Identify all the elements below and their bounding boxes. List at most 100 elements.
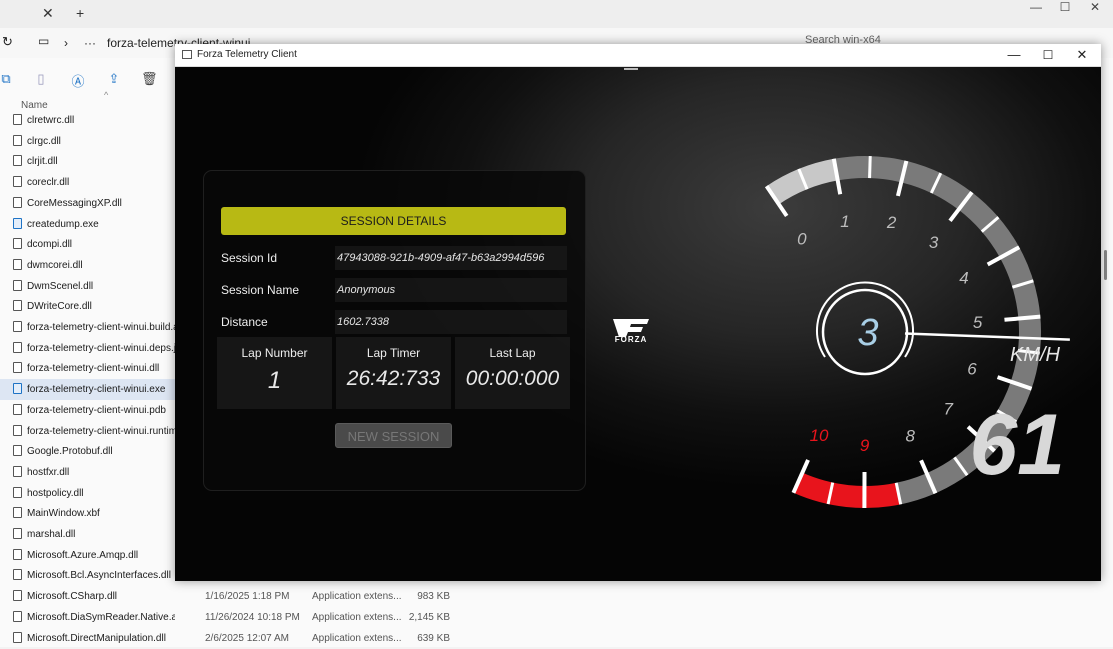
file-date: 11/26/2024 10:18 PM [205, 612, 300, 623]
file-size: 983 KB [395, 591, 450, 602]
gauge-tick-label: 1 [840, 212, 849, 231]
window-title: Forza Telemetry Client [197, 49, 297, 60]
last-lap-value: 00:00:000 [455, 367, 570, 391]
more-icon[interactable]: ··· [84, 36, 96, 50]
file-name: marshal.dll [27, 529, 175, 540]
copy-icon[interactable]: ⧉ [0, 71, 14, 87]
file-icon [13, 549, 22, 560]
file-name: forza-telemetry-client-winui.build.app [27, 322, 175, 333]
gauge-redline-arc [798, 483, 899, 497]
gauge-tick-label: 4 [959, 269, 968, 288]
file-icon [13, 280, 22, 291]
file-name: Microsoft.Bcl.AsyncInterfaces.dll [27, 570, 175, 581]
refresh-icon[interactable]: ↻ [2, 34, 13, 50]
file-row[interactable]: Microsoft.CSharp.dll 1/16/2025 1:18 PM App… [0, 586, 1113, 607]
lap-timer-value: 26:42:733 [336, 367, 451, 391]
gauge-tick-label: 0 [797, 229, 807, 248]
gauge-tick-label: 10 [810, 426, 829, 445]
file-icon [13, 425, 22, 436]
new-session-button[interactable]: NEW SESSION [335, 423, 452, 448]
close-tab-icon[interactable]: ✕ [42, 5, 54, 22]
last-lap-box: Last Lap 00:00:000 [455, 337, 570, 409]
file-row[interactable]: Microsoft.DiaSymReader.Native.amd64.dll 1… [0, 607, 1113, 628]
lap-number-value: 1 [217, 367, 332, 395]
gauge-tick-label: 3 [929, 233, 939, 252]
file-icon [13, 507, 22, 518]
file-icon [13, 238, 22, 249]
monitor-icon: ▭ [38, 34, 49, 48]
file-name: forza-telemetry-client-winui.runtimec [27, 426, 175, 437]
file-name: MainWindow.xbf [27, 508, 175, 519]
dashboard: 012345678910 3 FORZA KM/H 61 SESSION DET… [175, 67, 1101, 581]
distance-label: Distance [221, 315, 268, 329]
file-icon [13, 590, 22, 601]
file-icon [13, 342, 22, 353]
gauge-tick-label: 5 [973, 313, 983, 332]
file-icon [13, 611, 22, 622]
file-name: dcompi.dll [27, 239, 175, 250]
session-details-header[interactable]: SESSION DETAILS [221, 207, 566, 235]
gauge-needle [905, 333, 1070, 339]
speed-unit: KM/H [995, 344, 1060, 367]
session-id-label: Session Id [221, 251, 277, 265]
distance-value: 1602.7338 [335, 310, 567, 334]
file-name: clrgc.dll [27, 136, 175, 147]
file-name: Microsoft.DiaSymReader.Native.amd64.dll [27, 612, 175, 623]
file-name: DwmScenel.dll [27, 281, 175, 292]
file-name: Google.Protobuf.dll [27, 446, 175, 457]
forza-telemetry-window: Forza Telemetry Client — ☐ ✕ 01234567891… [175, 44, 1101, 581]
app-icon [182, 50, 192, 59]
maximize-button[interactable]: ☐ [1031, 45, 1065, 65]
file-icon [13, 632, 22, 643]
gauge-tick [870, 156, 871, 178]
file-icon [13, 569, 22, 580]
lap-timer-box: Lap Timer 26:42:733 [336, 337, 451, 409]
lap-number-box: Lap Number 1 [217, 337, 332, 409]
minimize-button[interactable]: — [997, 45, 1031, 65]
file-row[interactable]: Microsoft.DirectManipulation.dll 2/6/2025… [0, 628, 1113, 649]
file-type: Application extens... [312, 612, 402, 623]
file-name: DWriteCore.dll [27, 301, 175, 312]
file-icon [13, 259, 22, 270]
file-icon [13, 155, 22, 166]
file-date: 1/16/2025 1:18 PM [205, 591, 290, 602]
file-date: 2/6/2025 12:07 AM [205, 633, 289, 644]
file-icon [13, 528, 22, 539]
new-tab-icon[interactable]: + [76, 5, 84, 21]
maximize-icon[interactable]: ☐ [1048, 0, 1082, 14]
file-name: Microsoft.DirectManipulation.dll [27, 633, 175, 644]
session-id-value: 47943088-921b-4909-af47-b63a2994d596 [335, 246, 567, 270]
command-bar: ⧉ ▯ Ⓐ ⇪ 🗑 [0, 68, 175, 92]
file-name: createdump.exe [27, 219, 175, 230]
file-icon [13, 135, 22, 146]
file-icon [13, 300, 22, 311]
scrollbar[interactable] [1104, 250, 1107, 280]
rename-icon[interactable]: Ⓐ [70, 71, 86, 87]
session-panel: SESSION DETAILS Session Id 47943088-921b… [203, 170, 586, 491]
gear-indicator: 3 [857, 312, 878, 354]
lap-number-label: Lap Number [217, 346, 332, 360]
lap-timer-label: Lap Timer [336, 346, 451, 360]
gauge-tick-label: 6 [967, 359, 977, 378]
file-icon [13, 197, 22, 208]
paste-icon[interactable]: ▯ [33, 71, 49, 87]
file-icon [13, 176, 22, 187]
close-button[interactable]: ✕ [1065, 45, 1099, 65]
file-row[interactable]: forza-telemetry-client-winui.exe [0, 379, 176, 400]
file-type: Application extens... [312, 591, 402, 602]
file-icon [13, 114, 22, 125]
sort-chevron-icon: ^ [104, 90, 108, 100]
file-name: Microsoft.CSharp.dll [27, 591, 175, 602]
file-type: Application extens... [312, 633, 402, 644]
title-bar: Forza Telemetry Client — ☐ ✕ [175, 44, 1101, 67]
delete-icon[interactable]: 🗑 [141, 71, 157, 87]
speed-readout: 61 [935, 400, 1065, 490]
file-icon [13, 466, 22, 477]
gauge-tick-label: 9 [860, 436, 870, 455]
share-icon[interactable]: ⇪ [106, 71, 122, 87]
file-name: Microsoft.Azure.Amqp.dll [27, 550, 175, 561]
close-icon[interactable]: ✕ [1078, 0, 1112, 14]
exe-file-icon [13, 218, 22, 229]
file-name: CoreMessagingXP.dll [27, 198, 175, 209]
file-icon [13, 445, 22, 456]
